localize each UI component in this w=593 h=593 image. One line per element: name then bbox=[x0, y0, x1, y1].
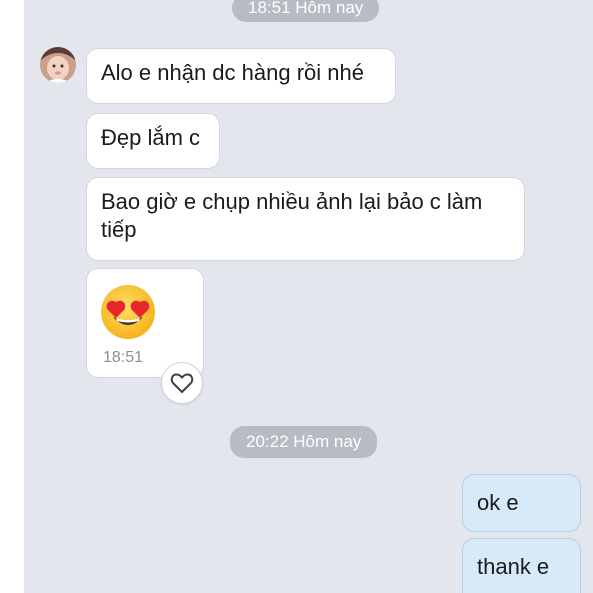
avatar[interactable] bbox=[40, 47, 76, 83]
message-text: ok e bbox=[477, 490, 519, 515]
time-separator: 18:51 Hôm nay bbox=[232, 0, 380, 22]
heart-icon bbox=[170, 373, 194, 393]
message-text: Đẹp lắm c bbox=[101, 125, 201, 150]
message-text: thank e bbox=[477, 554, 550, 579]
incoming-message-bubble[interactable]: Đẹp lắm c bbox=[86, 113, 220, 169]
time-separator: 20:22 Hôm nay bbox=[230, 426, 378, 458]
message-text: Bao giờ e chụp nhiều ảnh lại bảo c làm t… bbox=[101, 189, 483, 242]
outgoing-message-bubble[interactable]: thank e bbox=[462, 538, 581, 593]
incoming-message-bubble[interactable]: Alo e nhận dc hàng rồi nhé bbox=[86, 48, 396, 104]
heart-eyes-emoji-icon bbox=[101, 285, 155, 339]
react-heart-button[interactable] bbox=[161, 362, 203, 404]
message-timestamp: 18:51 bbox=[103, 349, 144, 366]
baby-avatar-icon bbox=[40, 47, 76, 83]
outgoing-message-bubble[interactable]: ok e bbox=[462, 474, 581, 532]
incoming-message-bubble[interactable]: Bao giờ e chụp nhiều ảnh lại bảo c làm t… bbox=[86, 177, 525, 261]
message-text: Alo e nhận dc hàng rồi nhé bbox=[101, 60, 364, 85]
chat-area: 18:51 Hôm nay Alo e nhận dc hàng rồi nhé… bbox=[24, 0, 593, 593]
